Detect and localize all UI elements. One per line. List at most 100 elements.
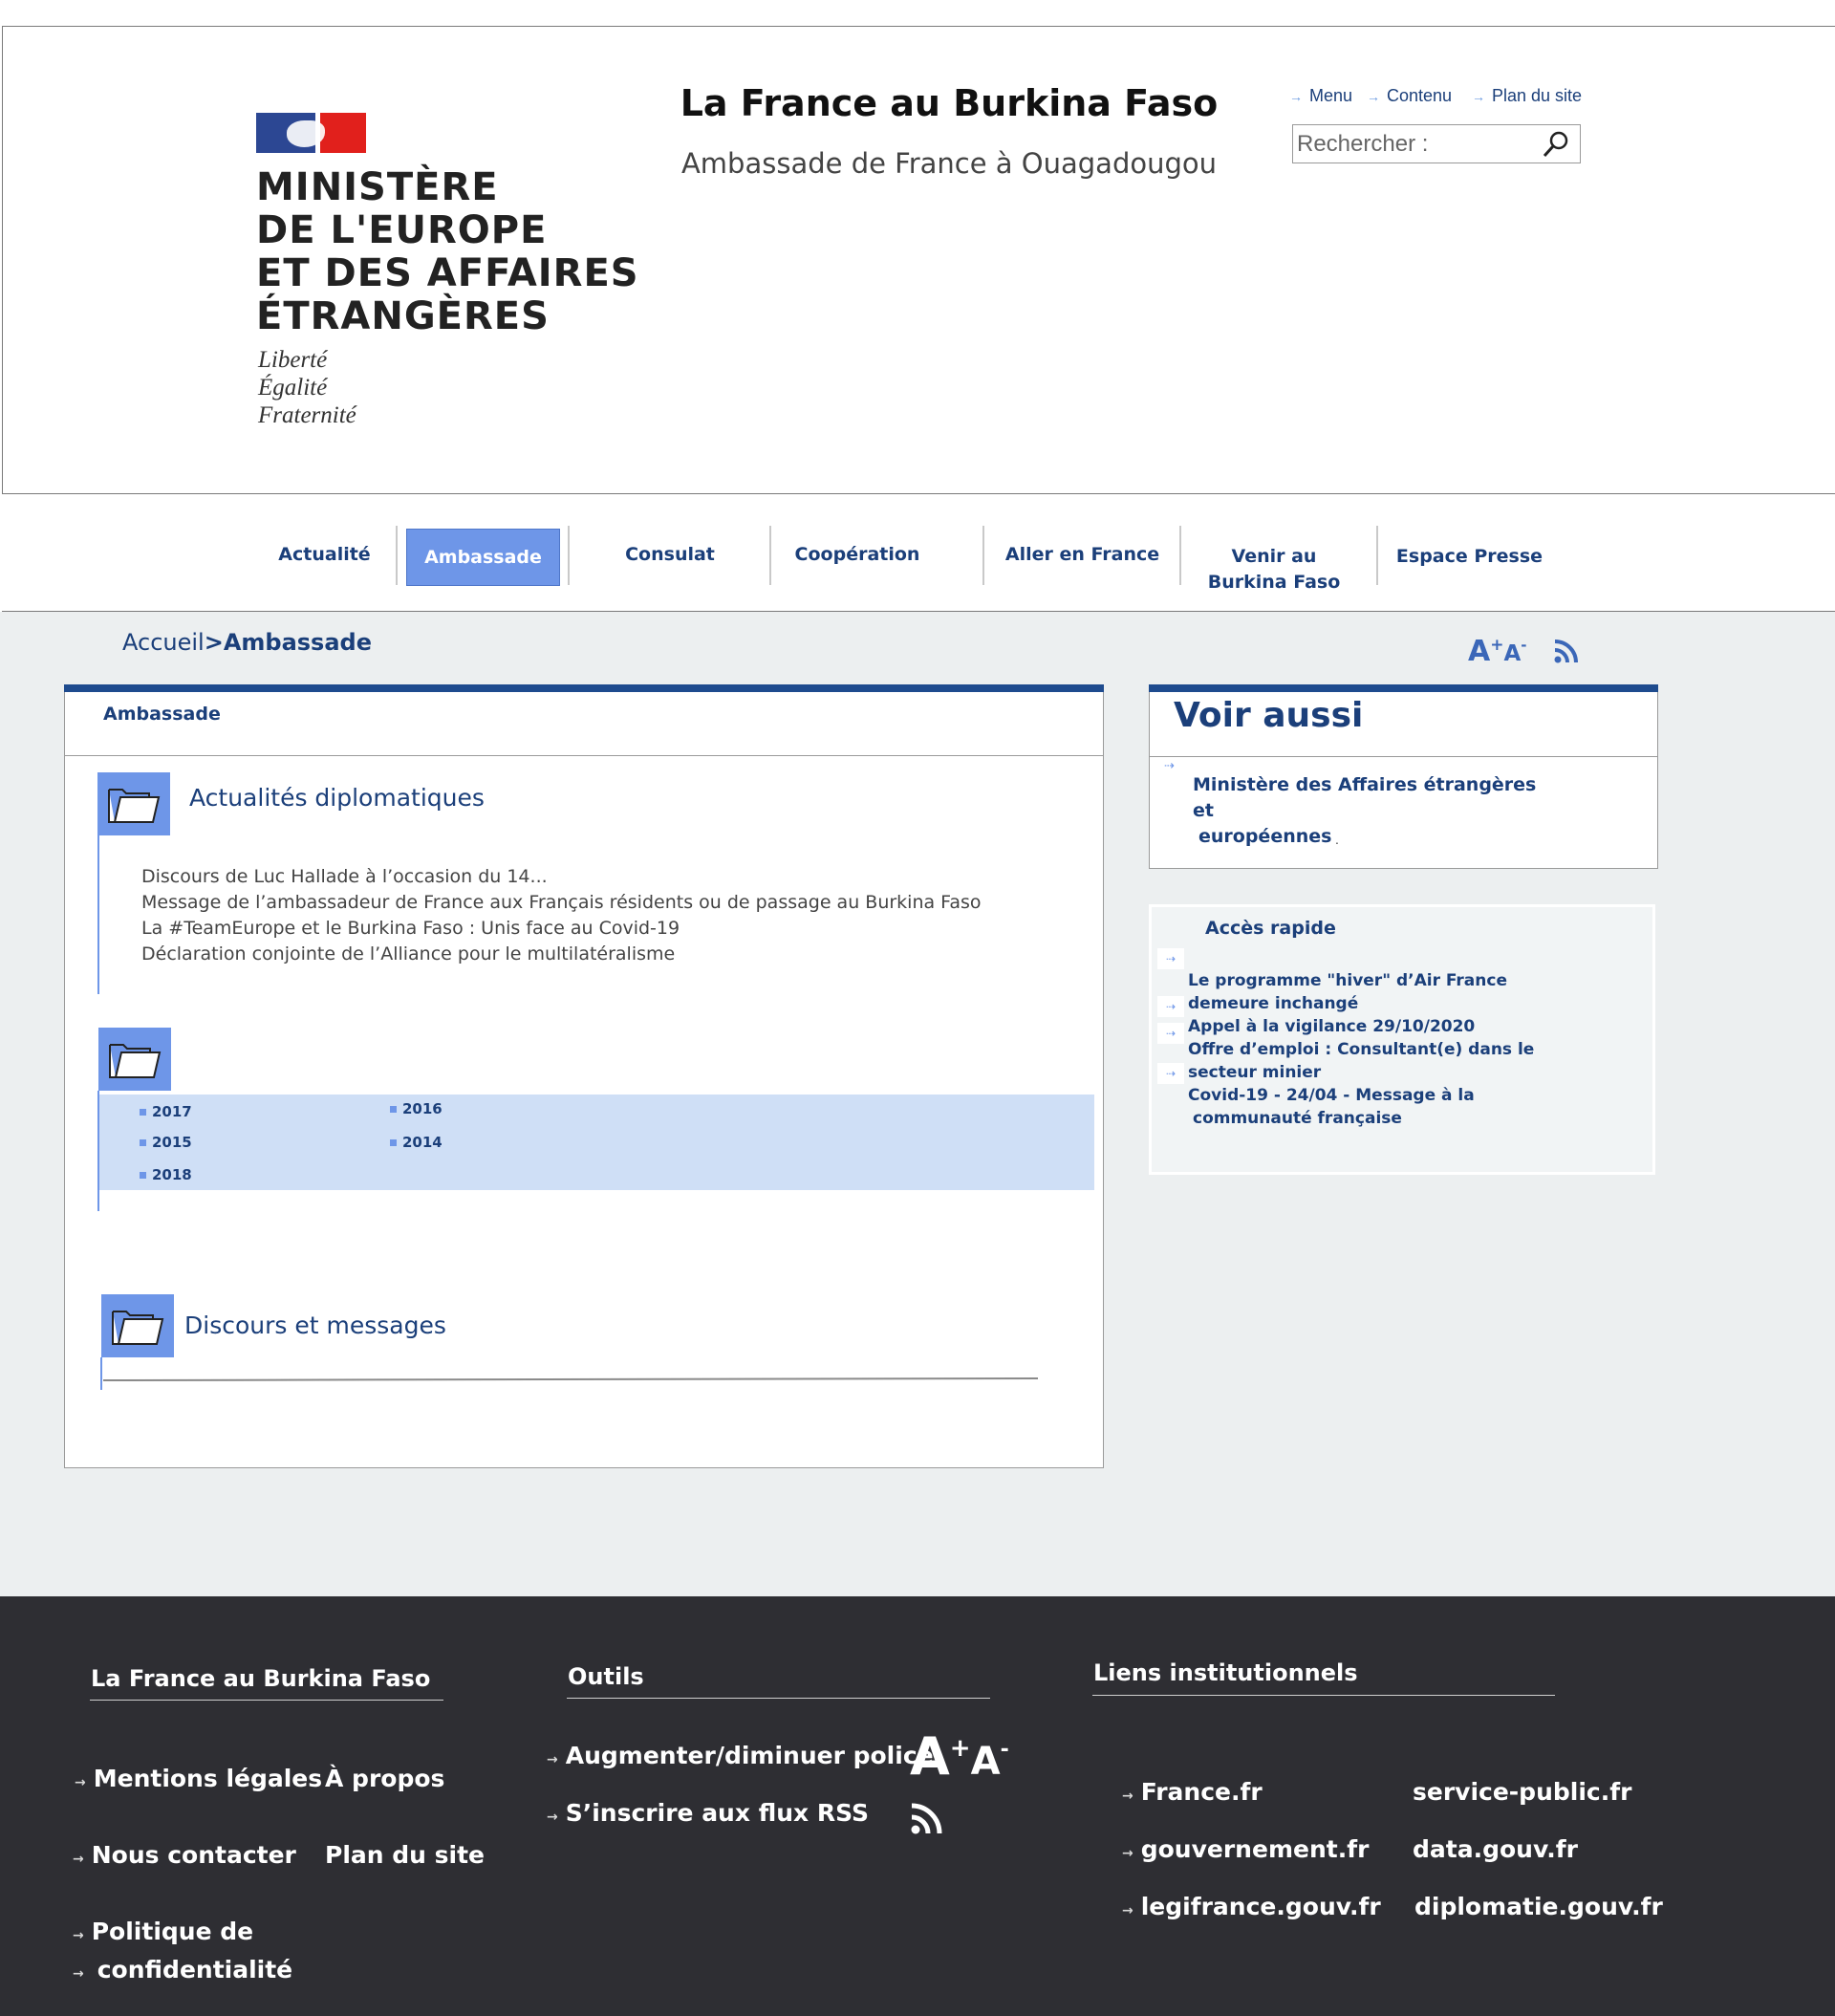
arrow-right-icon: → bbox=[1472, 89, 1485, 104]
nav-item-venir-au-burkina[interactable]: Venir au Burkina Faso bbox=[1202, 544, 1346, 596]
footer-link-france-fr[interactable]: → France.fr bbox=[1122, 1778, 1263, 1806]
republic-motto: Liberté Égalité Fraternité bbox=[258, 347, 356, 428]
section-title-actualites[interactable]: Actualités diplomatiques bbox=[189, 784, 485, 812]
footer-link-label[interactable]: legifrance.gouv.fr bbox=[1141, 1893, 1381, 1920]
nav-separator bbox=[396, 526, 398, 585]
footer-link-label[interactable]: Mentions légales bbox=[94, 1765, 322, 1792]
footer-link-mentions[interactable]: → Mentions légales bbox=[75, 1765, 322, 1792]
year-label[interactable]: 2018 bbox=[152, 1166, 192, 1183]
year-label[interactable]: 2015 bbox=[152, 1134, 192, 1151]
main-panel-heading: Ambassade bbox=[103, 704, 221, 725]
footer-link-label[interactable]: diplomatie.gouv.fr bbox=[1414, 1893, 1663, 1920]
news-item[interactable]: Message de l’ambassadeur de France aux F… bbox=[141, 890, 982, 916]
see-also-link-line[interactable]: européennes bbox=[1193, 824, 1556, 850]
year-label[interactable]: 2016 bbox=[402, 1100, 443, 1117]
font-size-toggle[interactable]: A+A- bbox=[1468, 635, 1527, 668]
footer-link-gouvernement[interactable]: → gouvernement.fr bbox=[1122, 1835, 1369, 1863]
site-title[interactable]: La France au Burkina Faso bbox=[623, 82, 1275, 124]
quick-access-title: Accès rapide bbox=[1205, 918, 1336, 939]
quick-access-link[interactable]: Covid-19 - 24/04 - Message à la bbox=[1188, 1084, 1570, 1107]
arrow-right-icon: → bbox=[1122, 1846, 1133, 1861]
footer-link-label[interactable]: Nous contacter bbox=[92, 1841, 296, 1869]
skip-link-menu-label[interactable]: Menu bbox=[1309, 86, 1352, 105]
quick-access-link[interactable]: secteur minier bbox=[1188, 1061, 1570, 1084]
font-size-toggle-icon[interactable]: A+A- bbox=[910, 1726, 1009, 1787]
ministry-logo-text[interactable]: MINISTÈRE DE L'EUROPE ET DES AFFAIRES ÉT… bbox=[256, 166, 639, 338]
arrow-right-icon: ⇢ bbox=[1157, 1023, 1184, 1044]
divider bbox=[64, 755, 1104, 756]
quick-access-link[interactable]: demeure inchangé bbox=[1188, 992, 1570, 1015]
year-link-2014[interactable]: 2014 bbox=[390, 1134, 443, 1151]
footer-link-label[interactable]: confidentialité bbox=[97, 1956, 292, 1983]
skip-link-menu[interactable]: → Menu bbox=[1289, 86, 1352, 106]
year-link-2016[interactable]: 2016 bbox=[390, 1100, 443, 1117]
footer-link-label[interactable]: service-public.fr bbox=[1413, 1778, 1631, 1806]
footer-link-label[interactable]: Politique de bbox=[92, 1918, 253, 1945]
footer-link-contact[interactable]: → Nous contacter bbox=[73, 1841, 296, 1869]
footer-link-apropos[interactable]: À propos bbox=[325, 1765, 444, 1792]
footer-link-label[interactable]: À propos bbox=[325, 1765, 444, 1792]
quick-access-link[interactable]: communauté française bbox=[1188, 1107, 1570, 1130]
skip-link-sitemap-label[interactable]: Plan du site bbox=[1492, 86, 1582, 105]
see-also-link-ministere[interactable]: Ministère des Affaires étrangères et eur… bbox=[1193, 772, 1556, 850]
rss-icon[interactable] bbox=[1553, 638, 1580, 664]
footer-link-plan[interactable]: Plan du site bbox=[325, 1841, 485, 1869]
footer-link-confidentialite[interactable]: → Politique de bbox=[73, 1918, 253, 1945]
footer-link-label[interactable]: data.gouv.fr bbox=[1413, 1835, 1578, 1863]
section-title-discours[interactable]: Discours et messages bbox=[184, 1311, 446, 1339]
footer-rule bbox=[1092, 1695, 1555, 1696]
quick-access-link[interactable]: Le programme "hiver" d’Air France bbox=[1188, 969, 1570, 992]
year-label[interactable]: 2017 bbox=[152, 1103, 192, 1120]
footer-link-label[interactable]: S’inscrire aux flux RSS bbox=[566, 1799, 869, 1827]
footer-link-service-public[interactable]: service-public.fr bbox=[1413, 1778, 1631, 1806]
skip-link-sitemap[interactable]: → Plan du site bbox=[1472, 86, 1582, 106]
arrow-right-icon: → bbox=[73, 1966, 84, 1982]
footer-heading-outils: Outils bbox=[568, 1663, 644, 1690]
arrow-right-icon: → bbox=[1367, 89, 1380, 104]
footer-link-diplomatie[interactable]: diplomatie.gouv.fr bbox=[1414, 1893, 1663, 1920]
folder-icon bbox=[97, 772, 170, 835]
nav-item-aller-en-france[interactable]: Aller en France bbox=[1004, 542, 1161, 568]
nav-item-cooperation[interactable]: Coopération bbox=[786, 542, 929, 568]
news-item[interactable]: La #TeamEurope et le Burkina Faso : Unis… bbox=[141, 916, 982, 942]
year-link-2017[interactable]: 2017 bbox=[140, 1103, 192, 1120]
breadcrumb-separator: > bbox=[204, 629, 224, 656]
footer-link-label[interactable]: gouvernement.fr bbox=[1141, 1835, 1370, 1863]
arrow-right-icon: → bbox=[1122, 1903, 1133, 1918]
skip-link-content[interactable]: → Contenu bbox=[1367, 86, 1452, 106]
breadcrumb-current: Ambassade bbox=[223, 629, 372, 656]
arrow-right-icon: ⇢ bbox=[1157, 948, 1184, 969]
quick-access-link[interactable]: Appel à la vigilance 29/10/2020 bbox=[1188, 1015, 1570, 1038]
news-item[interactable]: Discours de Luc Hallade à l’occasion du … bbox=[141, 864, 982, 890]
footer-link-label[interactable]: France.fr bbox=[1141, 1778, 1263, 1806]
nav-item-actualite[interactable]: Actualité bbox=[270, 542, 379, 568]
breadcrumb-home[interactable]: Accueil bbox=[122, 629, 205, 656]
nav-item-espace-presse[interactable]: Espace Presse bbox=[1395, 544, 1544, 570]
footer-link-label[interactable]: Plan du site bbox=[325, 1841, 485, 1869]
search-input[interactable] bbox=[1295, 129, 1538, 160]
quick-access-link[interactable]: Offre d’emploi : Consultant(e) dans le bbox=[1188, 1038, 1570, 1061]
folder-icon bbox=[98, 1028, 171, 1091]
year-label[interactable]: 2014 bbox=[402, 1134, 443, 1151]
arrow-right-icon: ⇢ bbox=[1157, 996, 1184, 1017]
year-link-2015[interactable]: 2015 bbox=[140, 1134, 192, 1151]
footer-link-legifrance[interactable]: → legifrance.gouv.fr bbox=[1122, 1893, 1381, 1920]
news-item[interactable]: Déclaration conjointe de l’Alliance pour… bbox=[141, 942, 982, 967]
footer-link-data-gouv[interactable]: data.gouv.fr bbox=[1413, 1835, 1578, 1863]
footer-link-rss[interactable]: → S’inscrire aux flux RSS bbox=[547, 1799, 869, 1827]
footer-link-label[interactable]: Augmenter/diminuer police bbox=[566, 1742, 934, 1769]
footer-link-confidentialite-2[interactable]: → confidentialité bbox=[73, 1956, 292, 1983]
bullet-icon bbox=[140, 1139, 146, 1146]
skip-link-content-label[interactable]: Contenu bbox=[1387, 86, 1452, 105]
nav-item-consulat[interactable]: Consulat bbox=[593, 542, 747, 568]
year-link-2018[interactable]: 2018 bbox=[140, 1166, 192, 1183]
search-icon[interactable] bbox=[1542, 129, 1570, 160]
arrow-right-icon: ⇢ bbox=[1164, 758, 1175, 772]
footer-link-font-size[interactable]: → Augmenter/diminuer police bbox=[547, 1742, 934, 1769]
rss-icon[interactable] bbox=[910, 1801, 944, 1835]
bullet-icon bbox=[140, 1172, 146, 1179]
nav-item-ambassade[interactable]: Ambassade bbox=[406, 529, 560, 586]
see-also-link-line[interactable]: Ministère des Affaires étrangères et bbox=[1193, 772, 1556, 824]
arrow-right-icon: → bbox=[547, 1810, 558, 1825]
footer-heading-site: La France au Burkina Faso bbox=[91, 1665, 431, 1692]
